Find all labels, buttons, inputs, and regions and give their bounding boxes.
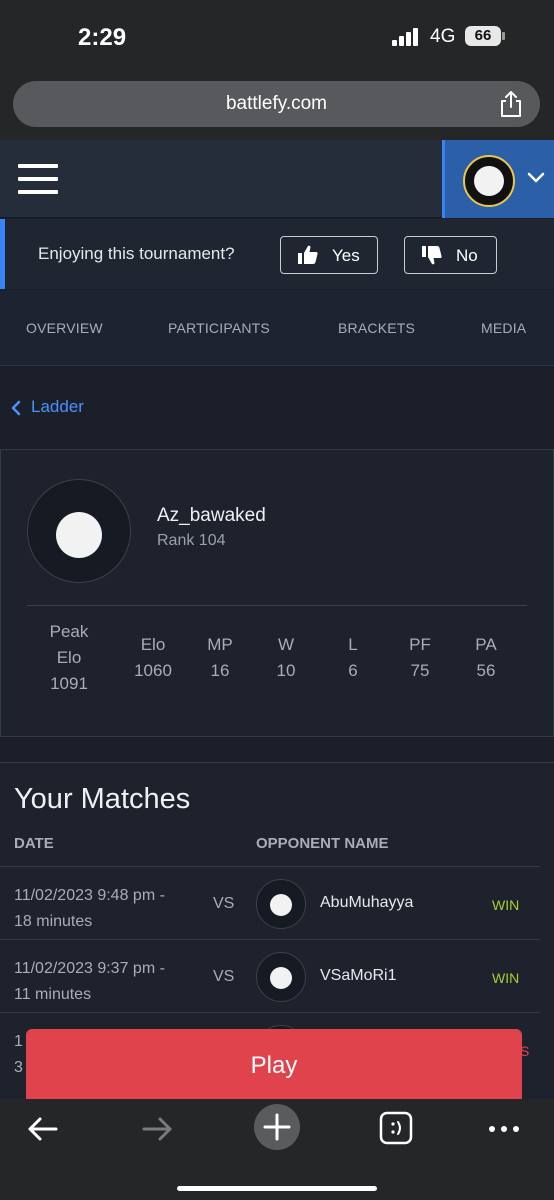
tab-overview[interactable]: OVERVIEW <box>26 320 103 336</box>
match-date: 11/02/2023 9:48 pm - 18 minutes <box>14 883 165 935</box>
chevron-left-icon <box>11 400 21 416</box>
stat-value: 1091 <box>50 674 88 693</box>
profile-username: Az_bawaked <box>157 505 266 526</box>
stat-label: PA <box>475 635 497 654</box>
signal-icon <box>392 28 422 46</box>
vs-label: VS <box>213 895 235 912</box>
column-header-opponent: OPPONENT NAME <box>256 835 389 852</box>
stat-elo: Elo 1060 <box>123 632 183 684</box>
stat-value: 56 <box>476 661 496 680</box>
back-arrow-icon[interactable] <box>22 1109 62 1149</box>
match-duration: 3 <box>14 1059 23 1076</box>
stat-label: Elo <box>56 648 82 667</box>
user-menu[interactable] <box>442 140 554 218</box>
tournament-tabs: OVERVIEW PARTICIPANTS BRACKETS MEDIA <box>0 290 554 366</box>
tab-participants[interactable]: PARTICIPANTS <box>168 320 270 336</box>
address-bar[interactable]: battlefy.com <box>13 81 540 127</box>
more-icon[interactable] <box>484 1109 524 1149</box>
match-date-line: 11/02/2023 9:48 pm - <box>14 887 165 904</box>
stat-label: Peak <box>49 622 89 641</box>
feedback-question: Enjoying this tournament? <box>38 244 235 263</box>
feedback-bar: Enjoying this tournament? Yes No <box>0 219 554 289</box>
profile-rank: Rank 104 <box>157 532 226 549</box>
stat-l: L 6 <box>328 632 378 684</box>
match-date: 1 3 <box>14 1029 23 1081</box>
avatar-face-icon <box>270 894 292 916</box>
stat-label: PF <box>409 635 431 654</box>
no-label: No <box>456 246 478 265</box>
column-header-date: DATE <box>14 835 54 852</box>
stat-value: 10 <box>276 661 296 680</box>
match-date: 11/02/2023 9:37 pm - 11 minutes <box>14 956 165 1008</box>
avatar-face-icon <box>474 166 504 196</box>
stat-label: L <box>348 635 358 654</box>
avatar-face-icon <box>56 512 102 558</box>
home-indicator <box>177 1186 377 1191</box>
hamburger-menu-icon[interactable] <box>18 164 58 194</box>
stat-pa: PA 56 <box>461 632 511 684</box>
vs-label: VS <box>213 968 235 985</box>
stat-label: MP <box>207 635 233 654</box>
avatar-face-icon <box>270 967 292 989</box>
match-date-line: 11/02/2023 9:37 pm - <box>14 960 165 977</box>
match-duration: 18 minutes <box>14 913 93 930</box>
browser-toolbar <box>0 1099 554 1200</box>
match-duration: 11 minutes <box>14 986 92 1003</box>
yes-label: Yes <box>332 246 360 265</box>
thumbs-up-icon <box>298 245 318 264</box>
forward-arrow-icon[interactable] <box>138 1109 178 1149</box>
stat-pf: PF 75 <box>395 632 445 684</box>
stat-value: 75 <box>410 661 430 680</box>
opponent-avatar <box>256 879 306 929</box>
stat-value: 6 <box>348 661 358 680</box>
no-button[interactable]: No <box>404 236 497 274</box>
stat-value: 1060 <box>134 661 172 680</box>
yes-button[interactable]: Yes <box>280 236 378 274</box>
ladder-link[interactable]: Ladder <box>31 397 84 417</box>
browser-address-area: battlefy.com <box>0 74 554 140</box>
stat-label: Elo <box>140 635 166 654</box>
new-tab-plus-icon[interactable] <box>253 1103 301 1151</box>
profile-avatar <box>27 479 131 583</box>
match-result: WIN <box>492 970 520 986</box>
status-bar: 2:29 4G 66 <box>0 0 554 74</box>
opponent-name[interactable]: AbuMuhayya <box>320 894 413 912</box>
match-date-line: 1 <box>14 1033 23 1050</box>
table-row[interactable]: 11/02/2023 9:37 pm - 11 minutes VS VSaMo… <box>0 939 540 1012</box>
tab-brackets[interactable]: BRACKETS <box>338 320 415 336</box>
stat-mp: MP 16 <box>195 632 245 684</box>
stat-label: W <box>277 635 295 654</box>
status-time: 2:29 <box>78 24 127 51</box>
table-row[interactable]: 11/02/2023 9:48 pm - 18 minutes VS AbuMu… <box>0 866 540 939</box>
stat-w: W 10 <box>261 632 311 684</box>
opponent-avatar <box>256 952 306 1002</box>
profile-card: Az_bawaked Rank 104 Peak Elo 1091 Elo 10… <box>0 449 554 737</box>
match-result: WIN <box>492 897 520 913</box>
stat-value: 16 <box>210 661 230 680</box>
section-title: Your Matches <box>14 783 191 815</box>
url-text: battlefy.com <box>225 93 328 114</box>
thumbs-down-icon <box>422 246 442 265</box>
battery-tip <box>502 32 505 40</box>
network-type: 4G <box>430 26 456 47</box>
tabs-icon[interactable] <box>377 1109 417 1149</box>
chevron-down-icon <box>527 172 545 183</box>
tab-media[interactable]: MEDIA <box>481 320 526 336</box>
share-icon[interactable] <box>498 90 524 118</box>
site-header <box>0 140 554 218</box>
opponent-name[interactable]: VSaMoRi1 <box>320 967 396 985</box>
stat-peak-elo: Peak Elo 1091 <box>39 619 99 697</box>
divider <box>27 605 527 606</box>
avatar <box>463 155 515 207</box>
battery-icon: 66 <box>465 26 501 46</box>
play-button[interactable]: Play <box>26 1029 522 1103</box>
